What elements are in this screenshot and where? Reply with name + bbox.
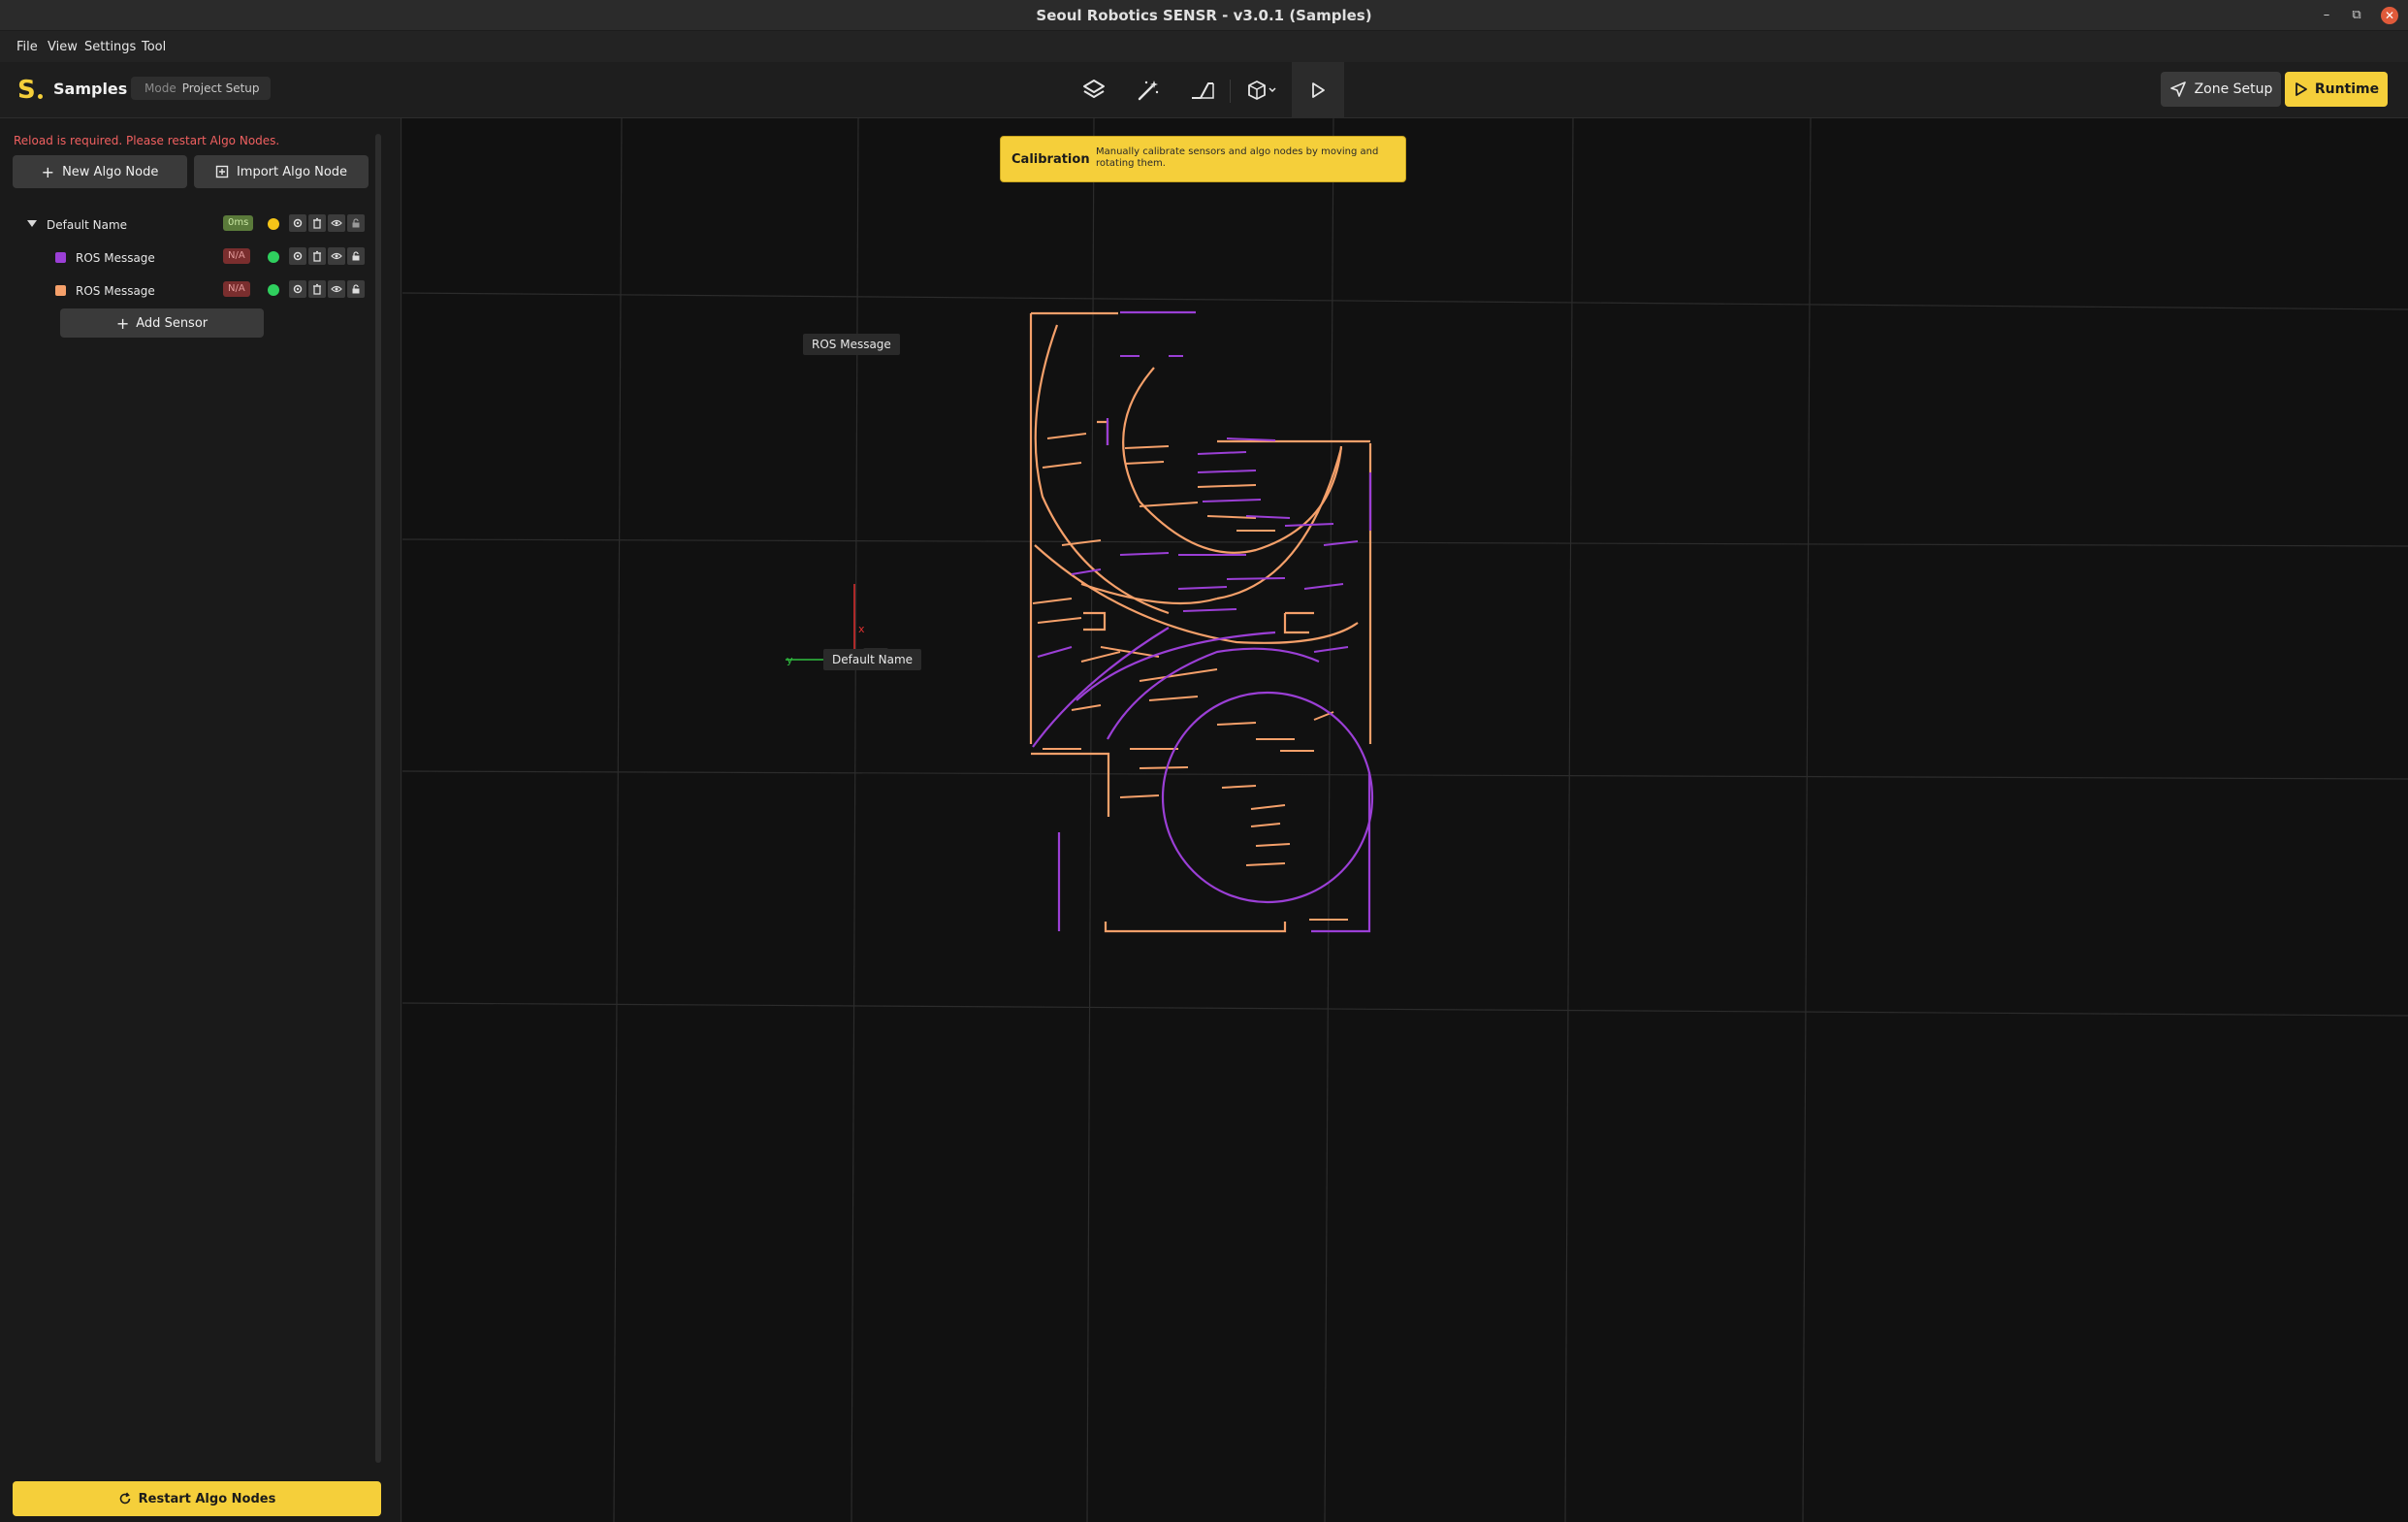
algo-node-row[interactable]: Default Name 0ms — [0, 211, 378, 239]
logo-dot — [38, 94, 43, 99]
x-axis-label: x — [858, 623, 865, 635]
mode-indicator: Mode Project Setup — [131, 77, 271, 100]
play-tool-button[interactable] — [1292, 62, 1344, 118]
layers-icon — [1083, 80, 1105, 98]
minimize-button[interactable]: – — [2318, 7, 2335, 24]
import-icon — [215, 165, 229, 178]
plus-icon: + — [115, 313, 130, 333]
menu-view[interactable]: View — [48, 40, 78, 54]
status-warning-icon — [268, 218, 279, 230]
restart-icon — [119, 1492, 130, 1505]
unlock-icon[interactable] — [347, 247, 365, 265]
window-title: Seoul Robotics SENSR - v3.0.1 (Samples) — [1036, 7, 1372, 24]
import-algo-node-label: Import Algo Node — [236, 164, 348, 179]
sensor-row[interactable]: ROS Message N/A — [0, 277, 378, 305]
sensor-label-top[interactable]: ROS Message — [803, 334, 900, 355]
plus-icon: + — [41, 162, 55, 181]
zone-pin-icon — [2169, 81, 2186, 97]
sidebar-scrollbar[interactable] — [375, 134, 381, 1463]
point-cloud-canvas[interactable]: y x — [402, 118, 2408, 1522]
app-logo: S — [17, 76, 36, 105]
algo-node-label[interactable]: Default Name — [823, 649, 922, 670]
delete-trash-icon[interactable] — [308, 280, 326, 298]
visibility-eye-icon[interactable] — [328, 247, 345, 265]
restart-algo-nodes-button[interactable]: Restart Algo Nodes — [13, 1481, 381, 1516]
mode-label: Mode — [144, 81, 177, 95]
reload-warning: Reload is required. Please restart Algo … — [14, 134, 280, 147]
ramp-icon — [1192, 82, 1214, 99]
sensor-name: ROS Message — [76, 251, 155, 265]
menu-tool[interactable]: Tool — [142, 40, 166, 54]
latency-badge: 0ms — [223, 215, 254, 231]
lock-icon[interactable] — [347, 214, 365, 232]
ramp-tool-button[interactable] — [1182, 70, 1223, 111]
point-cloud-purple — [1032, 310, 1374, 933]
caret-down-icon[interactable] — [27, 220, 37, 227]
window-titlebar: Seoul Robotics SENSR - v3.0.1 (Samples) … — [0, 0, 2408, 31]
menu-file[interactable]: File — [16, 40, 38, 54]
zone-setup-label: Zone Setup — [2194, 81, 2273, 97]
auto-calibrate-tool-button[interactable] — [1128, 70, 1169, 111]
delete-trash-icon[interactable] — [308, 247, 326, 265]
point-cloud-purple-strokes — [1037, 355, 1359, 658]
layers-tool-button[interactable] — [1074, 70, 1114, 111]
visibility-eye-icon[interactable] — [328, 214, 345, 232]
import-algo-node-button[interactable]: Import Algo Node — [194, 155, 369, 188]
settings-gear-icon[interactable] — [289, 280, 306, 298]
magic-wand-icon — [1138, 81, 1159, 101]
latency-badge: N/A — [223, 248, 250, 264]
menu-settings[interactable]: Settings — [84, 40, 136, 54]
y-axis-label: y — [787, 654, 793, 666]
object-tool-dropdown[interactable] — [1238, 70, 1285, 111]
zone-setup-button[interactable]: Zone Setup — [2161, 72, 2281, 107]
cube-dropdown-icon — [1248, 81, 1276, 100]
sensor-row[interactable]: ROS Message N/A — [0, 244, 378, 272]
calibration-description: Manually calibrate sensors and algo node… — [1096, 146, 1379, 169]
new-algo-node-label: New Algo Node — [62, 164, 159, 179]
point-cloud-orange-strokes — [1032, 433, 1348, 921]
close-button[interactable]: ✕ — [2381, 7, 2398, 24]
latency-badge: N/A — [223, 281, 250, 297]
unlock-icon[interactable] — [347, 280, 365, 298]
main-toolbar: S Samples Mode Project Setup Zone Setup R… — [0, 62, 2408, 118]
status-ok-icon — [268, 284, 279, 296]
sensor-color-swatch[interactable] — [55, 285, 66, 296]
delete-trash-icon[interactable] — [308, 214, 326, 232]
maximize-button[interactable]: ⧉ — [2348, 7, 2365, 24]
calibration-title: Calibration — [1011, 152, 1090, 167]
play-icon — [1312, 82, 1325, 98]
algo-node-name: Default Name — [47, 218, 128, 232]
visibility-eye-icon[interactable] — [328, 280, 345, 298]
new-algo-node-button[interactable]: + New Algo Node — [13, 155, 187, 188]
add-sensor-button[interactable]: + Add Sensor — [60, 308, 264, 338]
runtime-label: Runtime — [2314, 81, 2380, 97]
toolbar-divider — [1230, 80, 1231, 103]
3d-viewport[interactable]: y x Calibration Manually calibrate senso… — [402, 118, 2408, 1522]
sensor-name: ROS Message — [76, 284, 155, 298]
settings-gear-icon[interactable] — [289, 214, 306, 232]
algo-node-sidebar: Reload is required. Please restart Algo … — [0, 118, 401, 1522]
ground-grid — [402, 118, 2408, 1522]
calibration-banner: Calibration Manually calibrate sensors a… — [1000, 136, 1406, 182]
restart-algo-nodes-label: Restart Algo Nodes — [138, 1491, 276, 1506]
sensor-color-swatch[interactable] — [55, 252, 66, 263]
menu-bar: File View Settings Tool — [0, 31, 2408, 62]
point-cloud-orange — [1029, 311, 1372, 933]
settings-gear-icon[interactable] — [289, 247, 306, 265]
project-name: Samples — [53, 80, 128, 98]
add-sensor-label: Add Sensor — [136, 315, 209, 331]
status-ok-icon — [268, 251, 279, 263]
mode-value: Project Setup — [181, 81, 260, 95]
runtime-button[interactable]: Runtime — [2285, 72, 2388, 107]
runtime-play-icon — [2295, 82, 2307, 96]
